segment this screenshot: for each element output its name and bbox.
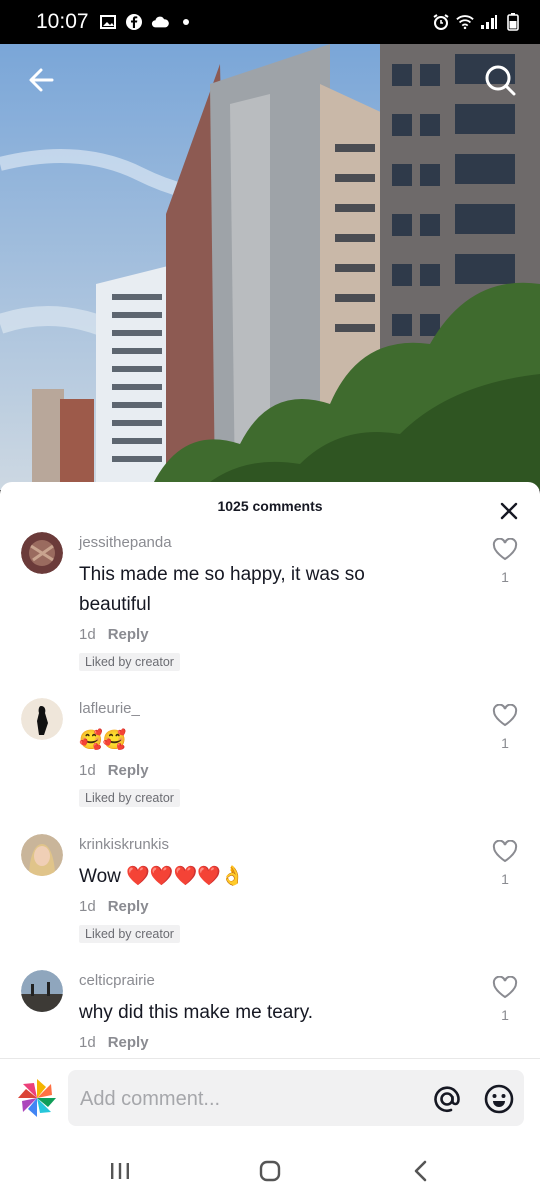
comment-username[interactable]: krinkiskrunkis [79, 836, 169, 853]
like-button[interactable]: 1 [492, 839, 518, 887]
reply-button[interactable]: Reply [108, 626, 149, 643]
comment-composer [0, 1058, 540, 1143]
battery-icon [504, 13, 522, 31]
heart-icon [492, 975, 518, 999]
heart-icon [492, 703, 518, 727]
liked-by-creator-badge: Liked by creator [79, 925, 180, 943]
home-icon [259, 1160, 281, 1182]
pinwheel-icon[interactable] [16, 1077, 58, 1119]
search-button[interactable] [482, 62, 518, 98]
at-icon [434, 1086, 460, 1112]
video-player[interactable] [0, 44, 540, 490]
comment-age: 1d [79, 626, 96, 643]
comment-age: 1d [79, 762, 96, 779]
close-icon [500, 502, 518, 520]
like-count: 1 [501, 735, 509, 751]
home-button[interactable] [255, 1156, 285, 1186]
facebook-icon [125, 13, 143, 31]
emoji-button[interactable] [484, 1084, 514, 1114]
avatar[interactable] [21, 698, 63, 740]
status-time: 10:07 [36, 10, 89, 33]
video-frame-image [0, 44, 540, 490]
reply-button[interactable]: Reply [108, 762, 149, 779]
status-bar: 10:07 [0, 0, 540, 44]
dot-icon [177, 13, 195, 31]
like-count: 1 [501, 569, 509, 585]
reply-button[interactable]: Reply [108, 898, 149, 915]
back-button[interactable] [24, 62, 60, 98]
chevron-left-icon [414, 1160, 427, 1182]
comment-username[interactable]: lafleurie_ [79, 700, 140, 717]
image-icon [99, 13, 117, 31]
comment-meta: 1d Reply [79, 762, 149, 779]
back-arrow-icon [29, 68, 54, 92]
like-button[interactable]: 1 [492, 703, 518, 751]
signal-icon [480, 13, 498, 31]
comment-text: 🥰🥰 [79, 730, 127, 751]
emoji-icon [484, 1084, 514, 1114]
avatar[interactable] [21, 532, 63, 574]
liked-by-creator-badge: Liked by creator [79, 653, 180, 671]
heart-icon [492, 839, 518, 863]
cloud-icon [151, 13, 169, 31]
liked-by-creator-badge: Liked by creator [79, 789, 180, 807]
comments-count-title: 1025 comments [217, 498, 323, 514]
search-icon [485, 65, 516, 96]
comment-meta: 1d Reply [79, 898, 149, 915]
back-nav-button[interactable] [406, 1156, 436, 1186]
comment-meta: 1d Reply [79, 1034, 149, 1051]
like-count: 1 [501, 1007, 509, 1023]
close-button[interactable] [498, 500, 520, 522]
comment-text: This made me so happy, it was so beautif… [79, 564, 365, 615]
reply-button[interactable]: Reply [108, 1034, 149, 1051]
like-button[interactable]: 1 [492, 975, 518, 1023]
comment-text: why did this make me teary. [79, 1002, 314, 1023]
recent-apps-icon [111, 1163, 129, 1179]
like-button[interactable]: 1 [492, 537, 518, 585]
comment-text: Wow ❤️❤️❤️❤️👌 [79, 866, 245, 887]
comment-age: 1d [79, 898, 96, 915]
heart-icon [492, 537, 518, 561]
comment-input[interactable] [78, 1070, 412, 1128]
avatar[interactable] [21, 834, 63, 876]
system-nav-bar [0, 1142, 540, 1200]
avatar[interactable] [21, 970, 63, 1012]
video-top-nav [0, 62, 540, 98]
mention-button[interactable] [432, 1084, 462, 1114]
comment-username[interactable]: celticprairie [79, 972, 155, 989]
comment-username[interactable]: jessithepanda [79, 534, 172, 551]
wifi-icon [456, 13, 474, 31]
comment-meta: 1d Reply [79, 626, 149, 643]
comment-age: 1d [79, 1034, 96, 1051]
recent-apps-button[interactable] [105, 1156, 135, 1186]
alarm-icon [432, 13, 450, 31]
comment-input-box[interactable] [68, 1070, 524, 1128]
like-count: 1 [501, 871, 509, 887]
